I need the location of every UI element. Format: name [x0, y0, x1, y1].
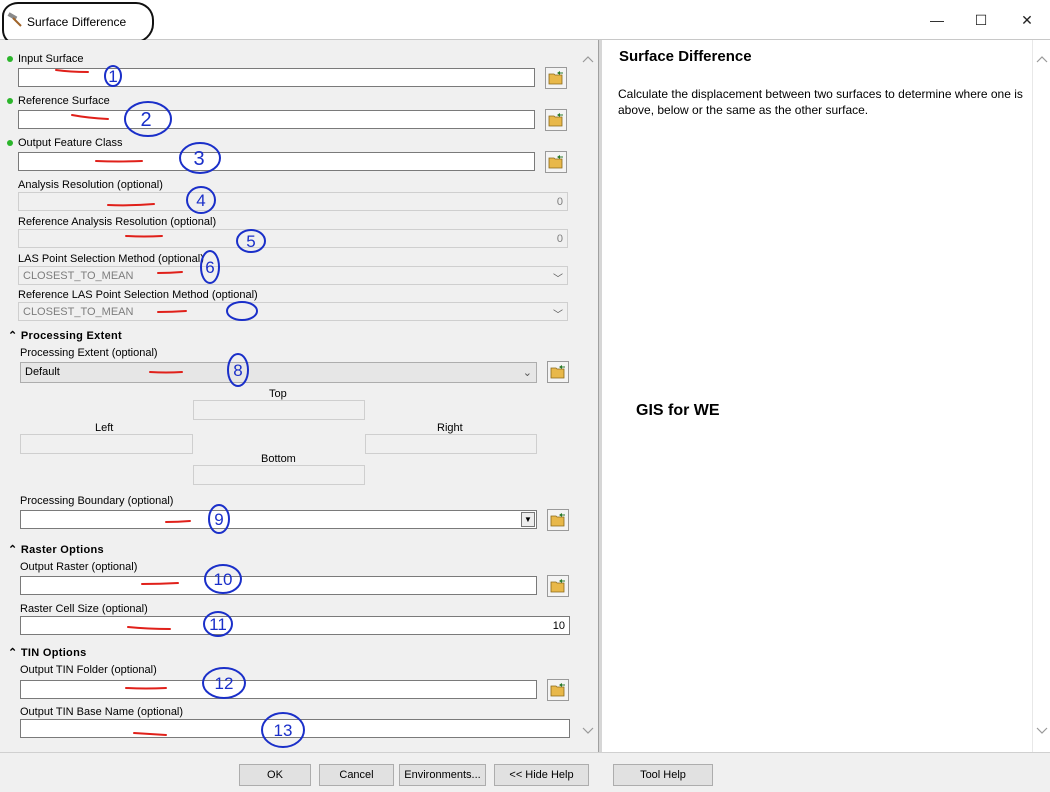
required-indicator: [7, 56, 13, 62]
las-point-selection-label: LAS Point Selection Method (optional): [18, 253, 204, 265]
scroll-down-icon[interactable]: [1036, 724, 1048, 736]
parameter-panel-scrollbar[interactable]: [578, 40, 598, 752]
window-title: Surface Difference: [27, 15, 127, 29]
processing-extent-section-header[interactable]: ⌃ Processing Extent: [8, 329, 122, 342]
reference-analysis-resolution-label: Reference Analysis Resolution (optional): [18, 216, 217, 228]
help-description: Calculate the displacement between two s…: [618, 87, 1023, 117]
output-feature-class-label: Output Feature Class: [18, 137, 123, 149]
processing-extent-section-title: Processing Extent: [20, 330, 122, 342]
processing-boundary-combo[interactable]: ▼: [20, 510, 537, 529]
scroll-down-icon[interactable]: [582, 724, 594, 736]
output-raster-browse-button[interactable]: [547, 575, 569, 597]
processing-boundary-label: Processing Boundary (optional): [20, 495, 174, 507]
extent-bottom-label: Bottom: [261, 453, 296, 465]
processing-extent-value: Default: [25, 366, 60, 378]
input-surface-label: Input Surface: [18, 53, 84, 65]
output-raster-label: Output Raster (optional): [20, 561, 138, 573]
raster-cell-size-field[interactable]: 10: [20, 616, 570, 635]
required-indicator: [7, 98, 13, 104]
extent-top-label: Top: [269, 388, 287, 400]
dropdown-arrow-icon[interactable]: ▼: [521, 512, 535, 527]
reference-las-point-selection-label: Reference LAS Point Selection Method (op…: [18, 289, 258, 301]
collapse-icon: ⌃: [8, 647, 18, 659]
folder-icon: [550, 579, 565, 593]
extent-bottom-field[interactable]: [193, 465, 365, 485]
required-indicator: [7, 140, 13, 146]
scroll-up-icon[interactable]: [1036, 54, 1048, 66]
extent-top-field[interactable]: [193, 400, 365, 420]
input-surface-browse-button[interactable]: [545, 67, 567, 89]
output-feature-class-browse-button[interactable]: [545, 151, 567, 173]
reference-surface-label: Reference Surface: [18, 95, 110, 107]
reference-analysis-resolution-field[interactable]: 0: [18, 229, 568, 248]
tin-options-section-title: TIN Options: [20, 647, 87, 659]
title-bar: Surface Difference — ☐ ✕: [0, 0, 1050, 44]
extent-right-field[interactable]: [365, 434, 537, 454]
output-raster-field[interactable]: [20, 576, 537, 595]
folder-icon: [548, 155, 563, 169]
cancel-button[interactable]: Cancel: [319, 764, 394, 786]
help-watermark-note: GIS for WE: [636, 402, 720, 419]
hide-help-button[interactable]: << Hide Help: [494, 764, 589, 786]
folder-icon: [550, 683, 565, 697]
ok-button[interactable]: OK: [239, 764, 311, 786]
chevron-down-icon: ﹀: [553, 274, 563, 285]
reference-surface-browse-button[interactable]: [545, 109, 567, 131]
minimize-button[interactable]: —: [914, 8, 960, 32]
hammer-icon: [7, 12, 22, 27]
las-point-selection-combo[interactable]: CLOSEST_TO_MEAN ﹀: [18, 266, 568, 285]
extent-right-label: Right: [437, 422, 463, 434]
reference-las-point-selection-combo[interactable]: CLOSEST_TO_MEAN ﹀: [18, 302, 568, 321]
processing-extent-browse-button[interactable]: [547, 361, 569, 383]
chevron-down-icon: ﹀: [553, 310, 563, 321]
output-tin-folder-browse-button[interactable]: [547, 679, 569, 701]
processing-extent-label: Processing Extent (optional): [20, 347, 158, 359]
input-surface-field[interactable]: [18, 68, 535, 87]
help-panel: Surface Difference Calculate the displac…: [602, 40, 1032, 752]
reference-las-point-selection-value: CLOSEST_TO_MEAN: [23, 306, 134, 318]
output-tin-folder-field[interactable]: [20, 680, 537, 699]
folder-icon: [548, 113, 563, 127]
environments-button[interactable]: Environments...: [399, 764, 486, 786]
collapse-icon: ⌃: [8, 330, 18, 342]
las-point-selection-value: CLOSEST_TO_MEAN: [23, 270, 134, 282]
processing-extent-combo[interactable]: Default ⌄: [20, 362, 537, 383]
maximize-button[interactable]: ☐: [958, 8, 1004, 32]
output-feature-class-field[interactable]: [18, 152, 535, 171]
reference-surface-field[interactable]: [18, 110, 535, 129]
output-tin-base-name-field[interactable]: [20, 719, 570, 738]
parameter-panel: Input Surface Reference Surface Output F…: [0, 40, 578, 752]
analysis-resolution-label: Analysis Resolution (optional): [18, 179, 163, 191]
output-tin-folder-label: Output TIN Folder (optional): [20, 664, 157, 676]
folder-icon: [550, 513, 565, 527]
chevron-down-icon: ⌄: [522, 367, 532, 379]
extent-left-field[interactable]: [20, 434, 193, 454]
close-button[interactable]: ✕: [1004, 8, 1050, 32]
help-title: Surface Difference: [619, 48, 752, 65]
tool-help-button[interactable]: Tool Help: [613, 764, 713, 786]
output-tin-base-name-label: Output TIN Base Name (optional): [20, 706, 184, 718]
raster-options-section-header[interactable]: ⌃ Raster Options: [8, 543, 104, 556]
extent-left-label: Left: [95, 422, 114, 434]
help-panel-scrollbar[interactable]: [1032, 40, 1050, 752]
scroll-up-icon[interactable]: [582, 54, 594, 66]
folder-icon: [550, 365, 565, 379]
tin-options-section-header[interactable]: ⌃ TIN Options: [8, 646, 87, 659]
raster-options-section-title: Raster Options: [20, 544, 104, 556]
dialog-button-bar: OK Cancel Environments... << Hide Help T…: [0, 752, 1050, 792]
analysis-resolution-field[interactable]: 0: [18, 192, 568, 211]
folder-icon: [548, 71, 563, 85]
collapse-icon: ⌃: [8, 544, 18, 556]
raster-cell-size-label: Raster Cell Size (optional): [20, 603, 148, 615]
processing-boundary-browse-button[interactable]: [547, 509, 569, 531]
